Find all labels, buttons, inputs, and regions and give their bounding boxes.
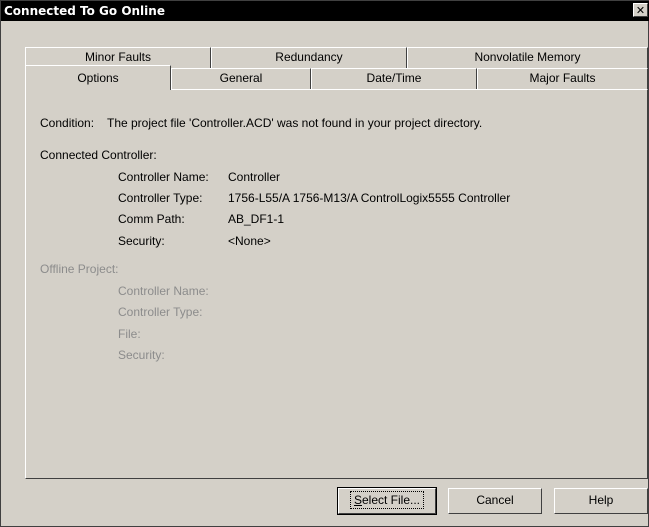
title-bar[interactable]: Connected To Go Online ✕ — [1, 1, 649, 21]
controller-name-label: Controller Name: — [118, 170, 209, 184]
select-file-label: elect File... — [361, 493, 421, 507]
offline-controller-name-label: Controller Name: — [118, 284, 209, 298]
condition-label: Condition: — [40, 116, 95, 130]
controller-type-value: 1756-L55/A 1756-M13/A ControlLogix5555 C… — [228, 191, 511, 205]
close-icon[interactable]: ✕ — [633, 3, 648, 17]
select-file-mnemonic: S — [353, 493, 362, 507]
tab-label: Date/Time — [366, 71, 422, 85]
cancel-button[interactable]: Cancel — [448, 488, 542, 514]
tab-date-time[interactable]: Date/Time — [311, 68, 477, 89]
cancel-label: Cancel — [476, 493, 514, 507]
tab-label: Major Faults — [529, 71, 596, 85]
dialog-window: Connected To Go Online ✕ Minor Faults Re… — [0, 0, 649, 527]
select-file-button[interactable]: Select File... — [337, 487, 437, 515]
window-title: Connected To Go Online — [4, 4, 165, 18]
controller-name-value: Controller — [228, 170, 281, 184]
comm-path-value: AB_DF1-1 — [228, 212, 285, 226]
tab-label: Nonvolatile Memory — [474, 50, 581, 64]
tab-label: Minor Faults — [84, 50, 152, 64]
tab-general[interactable]: General — [171, 68, 311, 89]
tab-nonvolatile-memory[interactable]: Nonvolatile Memory — [407, 47, 648, 68]
help-label: Help — [588, 493, 614, 507]
tab-label: Redundancy — [275, 50, 343, 64]
offline-file-label: File: — [118, 327, 141, 341]
tab-label: Options — [77, 71, 119, 85]
security-value: <None> — [228, 234, 271, 248]
tab-label: General — [219, 71, 263, 85]
tab-options[interactable]: Options — [25, 65, 171, 90]
offline-controller-type-label: Controller Type: — [118, 305, 203, 319]
condition-text: The project file 'Controller.ACD' was no… — [107, 116, 483, 130]
controller-type-label: Controller Type: — [118, 191, 203, 205]
security-label: Security: — [118, 234, 165, 248]
offline-project-heading: Offline Project: — [40, 262, 119, 276]
help-button[interactable]: Help — [554, 488, 648, 514]
connected-controller-heading: Connected Controller: — [40, 148, 157, 162]
focus-ring: Select File... — [349, 491, 425, 509]
options-panel: Condition: The project file 'Controller.… — [25, 89, 648, 479]
comm-path-label: Comm Path: — [118, 212, 185, 226]
tab-major-faults[interactable]: Major Faults — [477, 68, 648, 89]
tab-redundancy[interactable]: Redundancy — [211, 47, 407, 68]
offline-security-label: Security: — [118, 348, 165, 362]
